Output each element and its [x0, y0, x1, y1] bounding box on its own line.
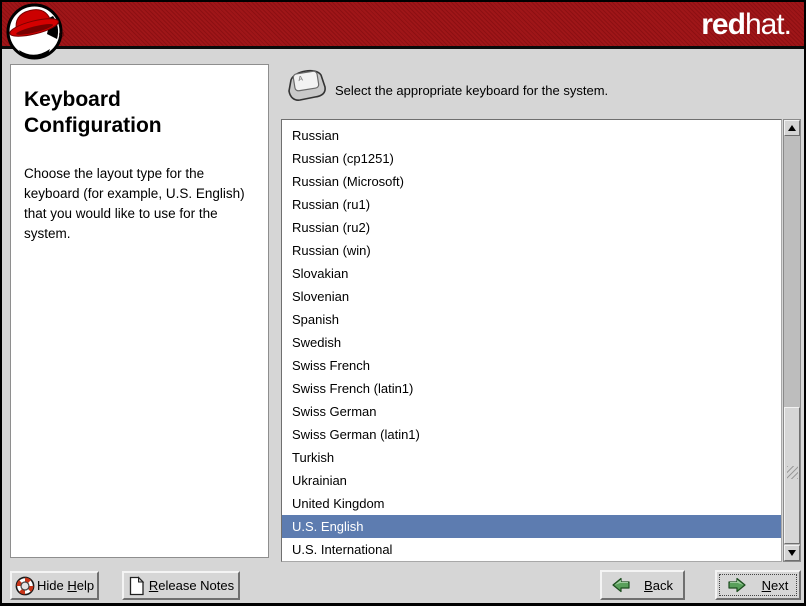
arrow-down-icon — [788, 550, 796, 556]
page-title: Keyboard Configuration — [24, 88, 162, 138]
list-item[interactable]: Turkish — [282, 446, 781, 469]
list-item[interactable]: Spanish — [282, 308, 781, 331]
list-scrollbar[interactable] — [783, 119, 801, 562]
wordmark-period: . — [783, 8, 792, 41]
hide-help-button[interactable]: Hide Help — [10, 571, 99, 600]
back-button[interactable]: Back — [600, 570, 685, 600]
wordmark-hat: hat — [744, 8, 785, 41]
next-arrow-icon — [728, 577, 746, 593]
list-item[interactable]: U.S. International — [282, 538, 781, 561]
wordmark-red: red — [701, 8, 746, 41]
back-label: Back — [644, 577, 673, 593]
scroll-down-button[interactable] — [784, 545, 800, 561]
list-item[interactable]: Swiss French (latin1) — [282, 377, 781, 400]
redhat-wordmark: redhat. — [701, 5, 792, 45]
installer-window: redhat. ® Keyboard Configuration Choose … — [0, 0, 806, 606]
registered-mark: ® — [59, 32, 65, 39]
hide-help-label: Hide Help — [37, 578, 95, 593]
list-item[interactable]: Russian (win) — [282, 239, 781, 262]
arrow-up-icon — [788, 125, 796, 131]
list-item[interactable]: Swiss German (latin1) — [282, 423, 781, 446]
list-item[interactable]: Swedish — [282, 331, 781, 354]
list-item[interactable]: Russian (Microsoft) — [282, 170, 781, 193]
instruction-text: Select the appropriate keyboard for the … — [335, 83, 609, 98]
redhat-shadowman-icon — [6, 3, 63, 60]
list-item[interactable]: United Kingdom — [282, 492, 781, 515]
release-notes-button[interactable]: Release Notes — [122, 571, 240, 600]
list-item[interactable]: Swiss French — [282, 354, 781, 377]
life-ring-icon — [15, 576, 35, 596]
help-panel: Keyboard Configuration Choose the layout… — [10, 64, 269, 558]
list-item[interactable]: Ukrainian — [282, 469, 781, 492]
keyboard-key-icon: A — [288, 69, 326, 101]
list-item[interactable]: Russian (ru1) — [282, 193, 781, 216]
release-notes-label: Release Notes — [148, 578, 235, 593]
document-icon — [128, 575, 145, 596]
scrollbar-grip-icon — [786, 466, 798, 479]
keyboard-list[interactable]: Russian Russian (cp1251) Russian (Microsof… — [281, 119, 782, 562]
svg-text:A: A — [298, 75, 304, 83]
list-item[interactable]: Slovenian — [282, 285, 781, 308]
list-item[interactable]: Russian (ru2) — [282, 216, 781, 239]
scroll-up-button[interactable] — [784, 120, 800, 136]
scrollbar-thumb[interactable] — [784, 407, 800, 544]
list-item[interactable]: Slovakian — [282, 262, 781, 285]
next-label: Next — [761, 577, 789, 593]
back-arrow-icon — [612, 577, 630, 593]
list-item[interactable]: U.S. English — [282, 515, 781, 538]
help-text: Choose the layout type for the keyboard … — [24, 165, 245, 241]
list-item[interactable]: Russian (cp1251) — [282, 147, 781, 170]
list-item[interactable]: Swiss German — [282, 400, 781, 423]
list-item[interactable]: Russian — [282, 124, 781, 147]
next-button[interactable]: Next — [715, 570, 801, 600]
header-banner: redhat. — [2, 2, 804, 49]
